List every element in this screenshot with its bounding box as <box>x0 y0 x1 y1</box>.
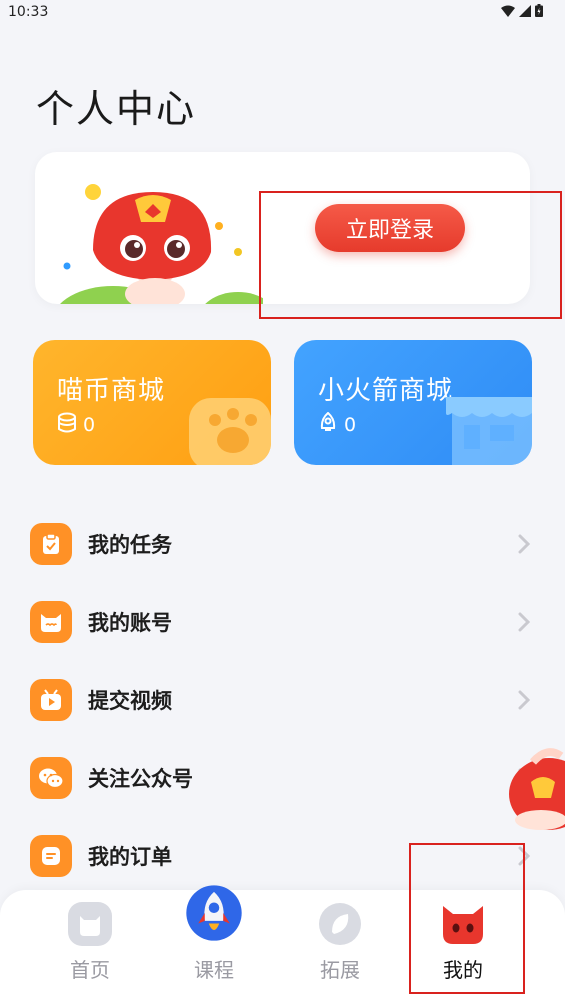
battery-icon <box>535 4 543 17</box>
menu-label-orders: 我的订单 <box>88 845 172 869</box>
coin-mall-count: 0 <box>83 414 96 436</box>
highlight-box-login <box>259 191 562 319</box>
floating-mascot-icon[interactable] <box>503 742 565 832</box>
order-doc-icon <box>30 835 72 877</box>
menu-item-tasks[interactable]: 我的任务 <box>30 519 540 569</box>
chevron-right-icon <box>518 612 530 632</box>
paw-icon <box>189 398 271 465</box>
chevron-right-icon <box>518 690 530 710</box>
home-cat-icon <box>68 902 112 946</box>
mascot-illustration <box>60 184 263 304</box>
tab-course[interactable]: 课程 <box>164 885 264 1004</box>
coin-mall-card[interactable]: 喵币商城 0 <box>33 340 271 465</box>
clipboard-check-icon <box>30 523 72 565</box>
rocket-icon <box>186 885 242 941</box>
menu-label-account: 我的账号 <box>88 611 172 635</box>
shop-icon <box>446 397 532 465</box>
rocket-mall-card[interactable]: 小火箭商城 0 <box>294 340 532 465</box>
page-title: 个人中心 <box>36 87 197 131</box>
leaf-icon <box>319 903 361 945</box>
menu-label-tasks: 我的任务 <box>88 533 172 557</box>
menu-item-submit-video[interactable]: 提交视频 <box>30 675 540 725</box>
coin-mall-title: 喵币商城 <box>57 376 166 406</box>
highlight-box-tab-mine <box>409 843 525 994</box>
tab-label-extend: 拓展 <box>320 958 360 982</box>
rocket-mall-title: 小火箭商城 <box>318 376 454 406</box>
tab-label-course: 课程 <box>194 958 234 982</box>
cat-face-icon <box>30 601 72 643</box>
menu-label-follow-official: 关注公众号 <box>88 767 193 791</box>
tab-extend[interactable]: 拓展 <box>290 890 390 1004</box>
signal-icon <box>519 4 531 17</box>
status-time: 10:33 <box>8 4 49 20</box>
wifi-icon <box>501 5 515 17</box>
tab-home[interactable]: 首页 <box>40 890 140 1004</box>
coin-stack-icon <box>58 412 76 433</box>
rocket-outline-icon <box>320 412 336 431</box>
menu-item-account[interactable]: 我的账号 <box>30 597 540 647</box>
chevron-right-icon <box>518 534 530 554</box>
status-bar: 10:33 <box>0 0 565 26</box>
rocket-mall-count: 0 <box>344 414 357 436</box>
status-icons <box>501 4 543 17</box>
video-play-icon <box>30 679 72 721</box>
menu-label-submit-video: 提交视频 <box>88 689 172 713</box>
wechat-icon <box>30 757 72 799</box>
tab-label-home: 首页 <box>70 958 110 982</box>
menu-item-follow-official[interactable]: 关注公众号 <box>30 753 540 803</box>
